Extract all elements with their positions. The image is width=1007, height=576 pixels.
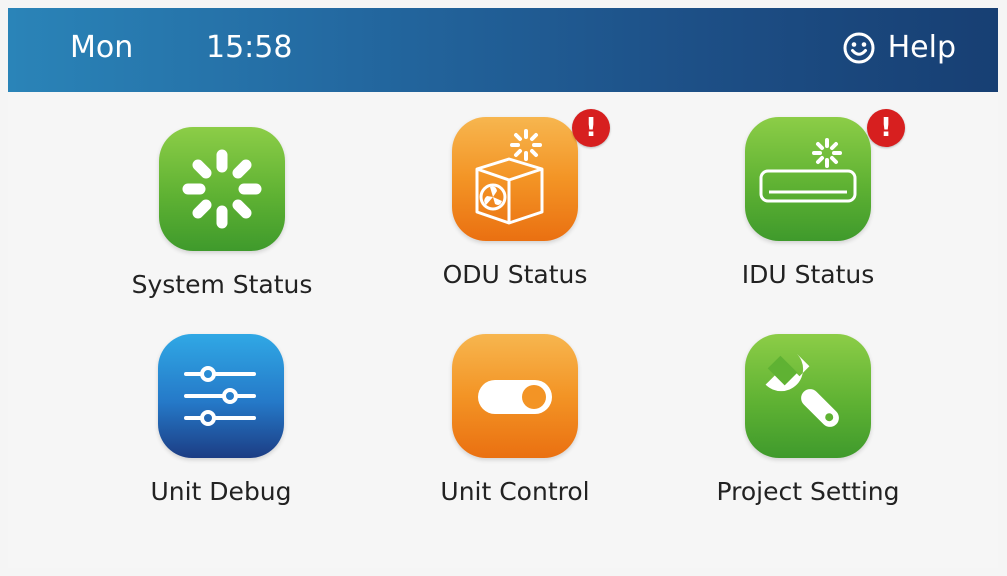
day-of-week: Mon bbox=[70, 30, 134, 65]
unit-control-tile[interactable]: Unit Control bbox=[365, 334, 665, 524]
idu-status-tile[interactable]: ! IDU Status bbox=[658, 109, 958, 307]
unit-debug-label: Unit Debug bbox=[150, 477, 292, 506]
help-button[interactable]: Help bbox=[842, 30, 956, 65]
system-status-label: System Status bbox=[131, 270, 313, 299]
system-status-icon-bg bbox=[159, 127, 285, 251]
clock-time: 15:58 bbox=[206, 30, 293, 65]
unit-control-icon-bg bbox=[452, 334, 578, 458]
system-status-tile[interactable]: System Status bbox=[72, 127, 372, 317]
idu-status-icon-bg bbox=[745, 117, 871, 241]
odu-status-label: ODU Status bbox=[442, 260, 588, 289]
project-setting-tile[interactable]: Project Setting bbox=[658, 334, 958, 524]
toggle-switch-icon bbox=[478, 380, 552, 414]
sliders-icon bbox=[184, 366, 256, 426]
project-setting-label: Project Setting bbox=[716, 477, 900, 506]
odu-status-icon-bg bbox=[452, 117, 578, 241]
odu-status-tile[interactable]: ! ODU Status bbox=[365, 109, 665, 307]
project-setting-icon-bg bbox=[745, 334, 871, 458]
help-label: Help bbox=[887, 30, 956, 65]
idu-status-label: IDU Status bbox=[741, 260, 875, 289]
unit-debug-icon-bg bbox=[158, 334, 284, 458]
odu-alert-badge: ! bbox=[572, 109, 610, 147]
main-menu-grid: System Status ! ODU Status ! IDU Status … bbox=[8, 92, 998, 568]
unit-control-label: Unit Control bbox=[440, 477, 590, 506]
loading-spinner-icon bbox=[182, 149, 262, 229]
idu-alert-badge: ! bbox=[867, 109, 905, 147]
indoor-unit-ac-icon bbox=[759, 138, 857, 203]
screen-frame: Mon 15:58 Help System Status ! ODU Statu… bbox=[0, 0, 1007, 576]
smiley-face-icon bbox=[843, 32, 875, 63]
top-bar: Mon 15:58 Help bbox=[8, 8, 998, 92]
unit-debug-tile[interactable]: Unit Debug bbox=[71, 334, 371, 524]
wrench-icon bbox=[765, 353, 839, 427]
outdoor-unit-fan-icon bbox=[475, 129, 544, 225]
